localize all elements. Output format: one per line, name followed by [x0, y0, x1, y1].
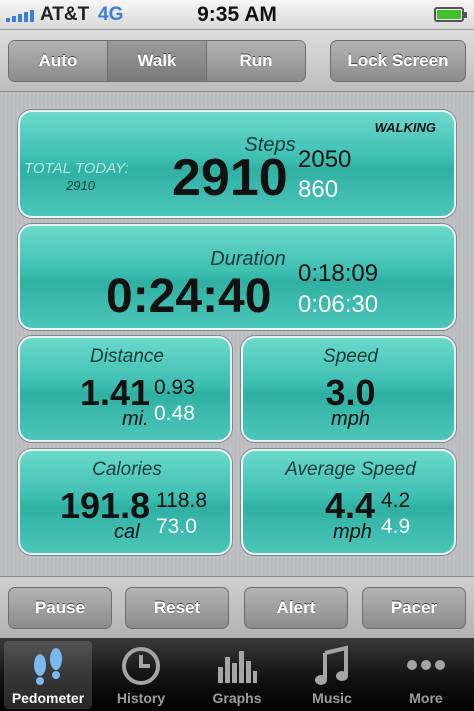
tab-pedometer[interactable]: Pedometer — [4, 641, 92, 709]
tab-bar: Pedometer History Graphs Music More — [0, 638, 474, 711]
mode-run-button[interactable]: Run — [207, 41, 305, 81]
average-speed-unit: mph — [333, 521, 372, 543]
duration-sub-secondary: 0:06:30 — [298, 291, 379, 318]
duration-value: 0:24:40 — [106, 270, 272, 323]
reset-button[interactable]: Reset — [125, 587, 229, 629]
top-toolbar: Auto Walk Run Lock Screen — [0, 30, 474, 92]
tab-music[interactable]: Music — [288, 641, 376, 709]
calories-unit: cal — [114, 521, 140, 543]
bar-graph-icon — [218, 651, 257, 683]
distance-label: Distance — [90, 346, 164, 367]
mode-auto-button[interactable]: Auto — [9, 41, 108, 81]
pacer-button[interactable]: Pacer — [362, 587, 466, 629]
steps-sub-primary: 2050 — [298, 146, 352, 173]
distance-sub-secondary: 0.48 — [154, 402, 195, 425]
pause-button[interactable]: Pause — [8, 587, 112, 629]
battery-level — [437, 10, 461, 19]
clock-icon — [122, 647, 160, 685]
speed-card[interactable]: Speed 3.0 mph — [241, 336, 456, 442]
status-time: 9:35 AM — [197, 3, 277, 26]
duration-label: Duration — [210, 248, 286, 270]
calories-sub-secondary: 73.0 — [156, 515, 197, 538]
more-dots-icon — [407, 660, 445, 670]
distance-sub-primary: 0.93 — [154, 376, 195, 399]
tab-label: More — [409, 690, 443, 706]
mode-segmented-control: Auto Walk Run — [8, 40, 306, 82]
total-today-label: TOTAL TODAY: — [24, 160, 129, 177]
footprints-icon — [34, 648, 62, 685]
speed-unit: mph — [331, 408, 370, 430]
tab-label: Graphs — [212, 690, 262, 706]
stats-panel: Steps WALKING TOTAL TODAY: 2910 2910 205… — [0, 93, 474, 576]
lock-screen-button[interactable]: Lock Screen — [330, 40, 466, 82]
tab-more[interactable]: More — [382, 641, 470, 709]
action-toolbar: Pause Reset Alert Pacer — [0, 576, 474, 638]
duration-sub-primary: 0:18:09 — [298, 260, 379, 287]
steps-sub-secondary: 860 — [298, 176, 339, 203]
average-speed-card[interactable]: Average Speed 4.4 mph 4.2 4.9 — [241, 449, 456, 555]
tab-label: Pedometer — [11, 690, 85, 706]
tab-label: Music — [312, 690, 352, 706]
distance-card[interactable]: Distance 1.41 mi. 0.93 0.48 — [18, 336, 232, 442]
tab-label: History — [116, 690, 166, 706]
calories-label: Calories — [92, 459, 162, 480]
status-bar: AT&T 4G 9:35 AM — [0, 0, 474, 30]
calories-card[interactable]: Calories 191.8 cal 118.8 73.0 — [18, 449, 232, 555]
battery-icon — [434, 7, 467, 22]
steps-value: 2910 — [172, 149, 288, 207]
total-today-value: 2910 — [66, 178, 95, 193]
average-speed-label: Average Speed — [285, 459, 416, 480]
tab-history[interactable]: History — [97, 641, 185, 709]
steps-card[interactable]: Steps WALKING TOTAL TODAY: 2910 2910 205… — [18, 110, 456, 218]
alert-button[interactable]: Alert — [244, 587, 348, 629]
mode-walk-button[interactable]: Walk — [108, 41, 207, 81]
average-speed-sub-secondary: 4.9 — [381, 515, 411, 538]
music-note-icon — [315, 645, 348, 685]
calories-sub-primary: 118.8 — [156, 489, 207, 512]
tab-graphs[interactable]: Graphs — [193, 641, 281, 709]
duration-card[interactable]: Duration 0:24:40 0:18:09 0:06:30 — [18, 224, 456, 330]
distance-unit: mi. — [122, 408, 149, 430]
activity-status: WALKING — [374, 120, 436, 135]
average-speed-sub-primary: 4.2 — [381, 489, 411, 512]
speed-label: Speed — [323, 346, 378, 367]
